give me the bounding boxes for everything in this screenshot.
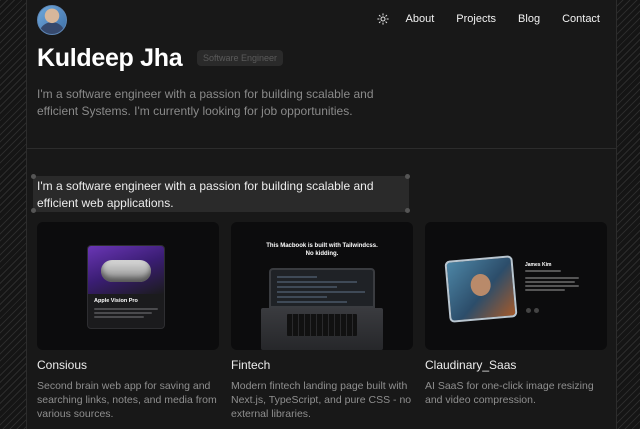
testimonial-text-line bbox=[525, 277, 579, 279]
hero-description: I'm a software engineer with a passion f… bbox=[37, 87, 374, 118]
top-nav: About Projects Blog Contact bbox=[27, 0, 616, 40]
project-title[interactable]: Fintech bbox=[231, 358, 270, 372]
testimonial-text-line bbox=[525, 289, 565, 291]
resize-handle[interactable] bbox=[31, 174, 36, 179]
carousel-prev-dot[interactable] bbox=[526, 308, 531, 313]
role-badge: Software Engineer bbox=[197, 50, 284, 66]
main-column: About Projects Blog Contact Kuldeep Jha … bbox=[26, 0, 617, 429]
preview-text-line bbox=[94, 316, 144, 318]
carousel-next-dot[interactable] bbox=[534, 308, 539, 313]
preview-headline: This Macbook is built with Tailwindcss. … bbox=[231, 242, 413, 258]
testimonial-photo bbox=[444, 255, 518, 323]
project-description: Modern fintech landing page built with N… bbox=[231, 380, 412, 420]
testimonial-text-line bbox=[525, 281, 575, 283]
project-description: AI SaaS for one-click image resizing and… bbox=[425, 380, 594, 406]
preview-text-line bbox=[94, 308, 158, 310]
nav-link-about[interactable]: About bbox=[406, 12, 435, 26]
resize-handle[interactable] bbox=[405, 174, 410, 179]
project-description: Second brain web app for saving and sear… bbox=[37, 380, 217, 420]
project-card-fintech[interactable]: This Macbook is built with Tailwindcss. … bbox=[231, 222, 413, 350]
preview-text-line bbox=[94, 312, 152, 314]
testimonial-text-line bbox=[525, 285, 579, 287]
nav-links: About Projects Blog Contact bbox=[384, 12, 600, 26]
vision-pro-image bbox=[88, 246, 164, 294]
nav-link-projects[interactable]: Projects bbox=[456, 12, 496, 26]
nav-link-contact[interactable]: Contact bbox=[562, 12, 600, 26]
apple-vision-pro-preview: Apple Vision Pro bbox=[87, 245, 165, 329]
testimonial-text-line bbox=[525, 270, 561, 272]
resize-handle[interactable] bbox=[31, 208, 36, 213]
avatar[interactable] bbox=[37, 5, 67, 35]
hero-name: Kuldeep Jha bbox=[37, 44, 183, 72]
project-card-consious[interactable]: Apple Vision Pro bbox=[37, 222, 219, 350]
project-card-claudinary-saas[interactable]: James Kim bbox=[425, 222, 607, 350]
nav-link-blog[interactable]: Blog bbox=[518, 12, 540, 26]
headset-icon bbox=[101, 260, 151, 282]
highlight-text: I'm a software engineer with a passion f… bbox=[37, 179, 374, 210]
preview-headline-line-1: This Macbook is built with Tailwindcss. bbox=[266, 243, 378, 249]
project-title[interactable]: Consious bbox=[37, 358, 87, 372]
laptop-screen bbox=[269, 268, 375, 308]
section-divider bbox=[27, 148, 616, 149]
testimonial-person-name: James Kim bbox=[525, 262, 552, 268]
preview-product-title: Apple Vision Pro bbox=[94, 298, 138, 304]
laptop-keyboard bbox=[287, 314, 357, 336]
preview-headline-line-2: No kidding. bbox=[305, 251, 339, 257]
person-face bbox=[469, 273, 492, 297]
resize-handle[interactable] bbox=[405, 208, 410, 213]
project-title[interactable]: Claudinary_Saas bbox=[425, 358, 516, 372]
